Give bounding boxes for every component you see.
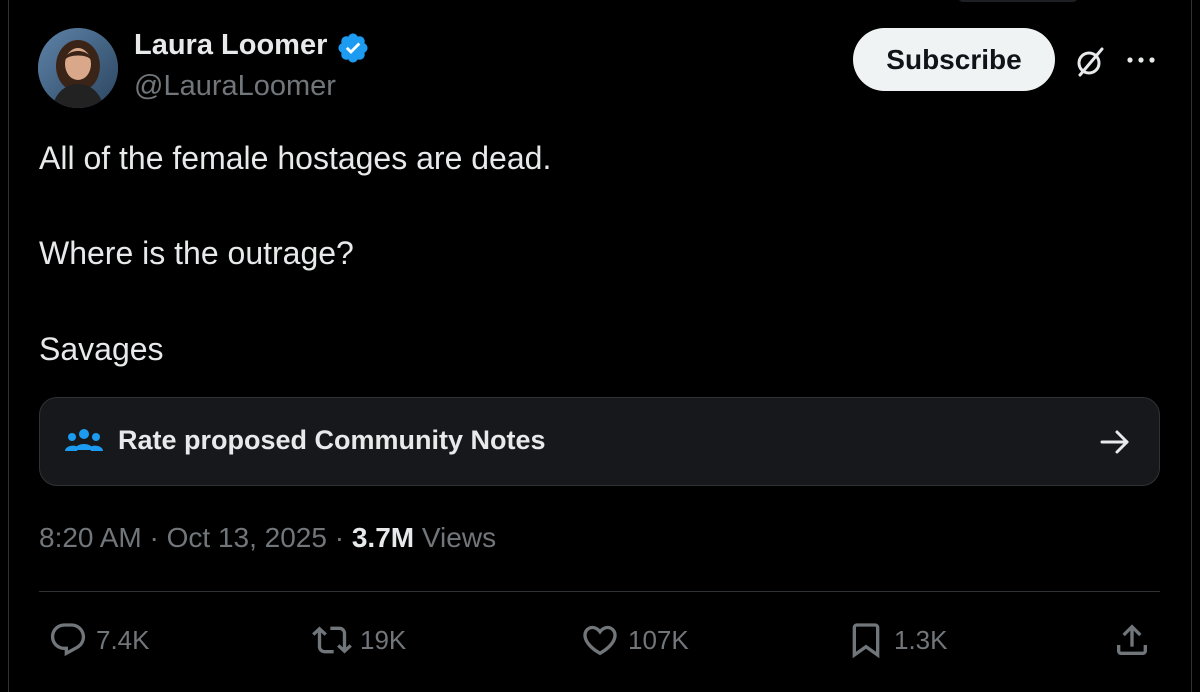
like-count: 107K [628,624,689,655]
tweet-text-line: Savages [39,331,164,367]
tweet-time[interactable]: 8:20 AM [39,522,142,553]
more-icon[interactable] [1124,50,1158,70]
meta-separator: · [149,522,159,553]
community-notes-prompt[interactable]: Rate proposed Community Notes [39,397,1160,486]
views-count: 3.7M [351,522,415,553]
repost-icon [312,626,352,654]
bookmark-count: 1.3K [894,624,948,655]
tweet-date[interactable]: Oct 13, 2025 [167,522,327,553]
tweet-text-line: Where is the outrage? [39,235,354,271]
reply-button[interactable]: 7.4K [48,618,150,662]
share-icon [1117,624,1147,655]
bookmark-button[interactable]: 1.3K [846,618,948,662]
like-button[interactable]: 107K [580,618,689,662]
top-pill [958,0,1078,2]
avatar[interactable] [38,28,118,108]
repost-count: 19K [360,624,407,655]
author-name[interactable]: Laura Loomer [134,29,327,62]
grok-icon[interactable] [1072,44,1108,80]
heart-icon [583,625,617,656]
reply-count: 7.4K [96,624,150,655]
repost-button[interactable]: 19K [312,618,406,662]
people-icon [65,429,103,451]
frame-edge [8,0,1192,692]
author-handle[interactable]: @LauraLoomer [134,70,336,103]
reply-icon [50,623,86,657]
arrow-right-icon [1100,430,1129,454]
tweet-meta: 8:20 AM · Oct 13, 2025 · 3.7M Views [39,522,496,554]
share-button[interactable] [1112,618,1152,662]
subscribe-button[interactable]: Subscribe [853,28,1055,91]
community-notes-label: Rate proposed Community Notes [118,425,546,455]
tweet-text-line: All of the female hostages are dead. [39,140,552,176]
meta-separator: · [334,522,345,553]
verified-badge-icon [338,33,368,63]
avatar-image [38,28,118,108]
bookmark-icon [852,623,880,659]
views-label: Views [421,522,497,553]
divider [39,591,1160,592]
